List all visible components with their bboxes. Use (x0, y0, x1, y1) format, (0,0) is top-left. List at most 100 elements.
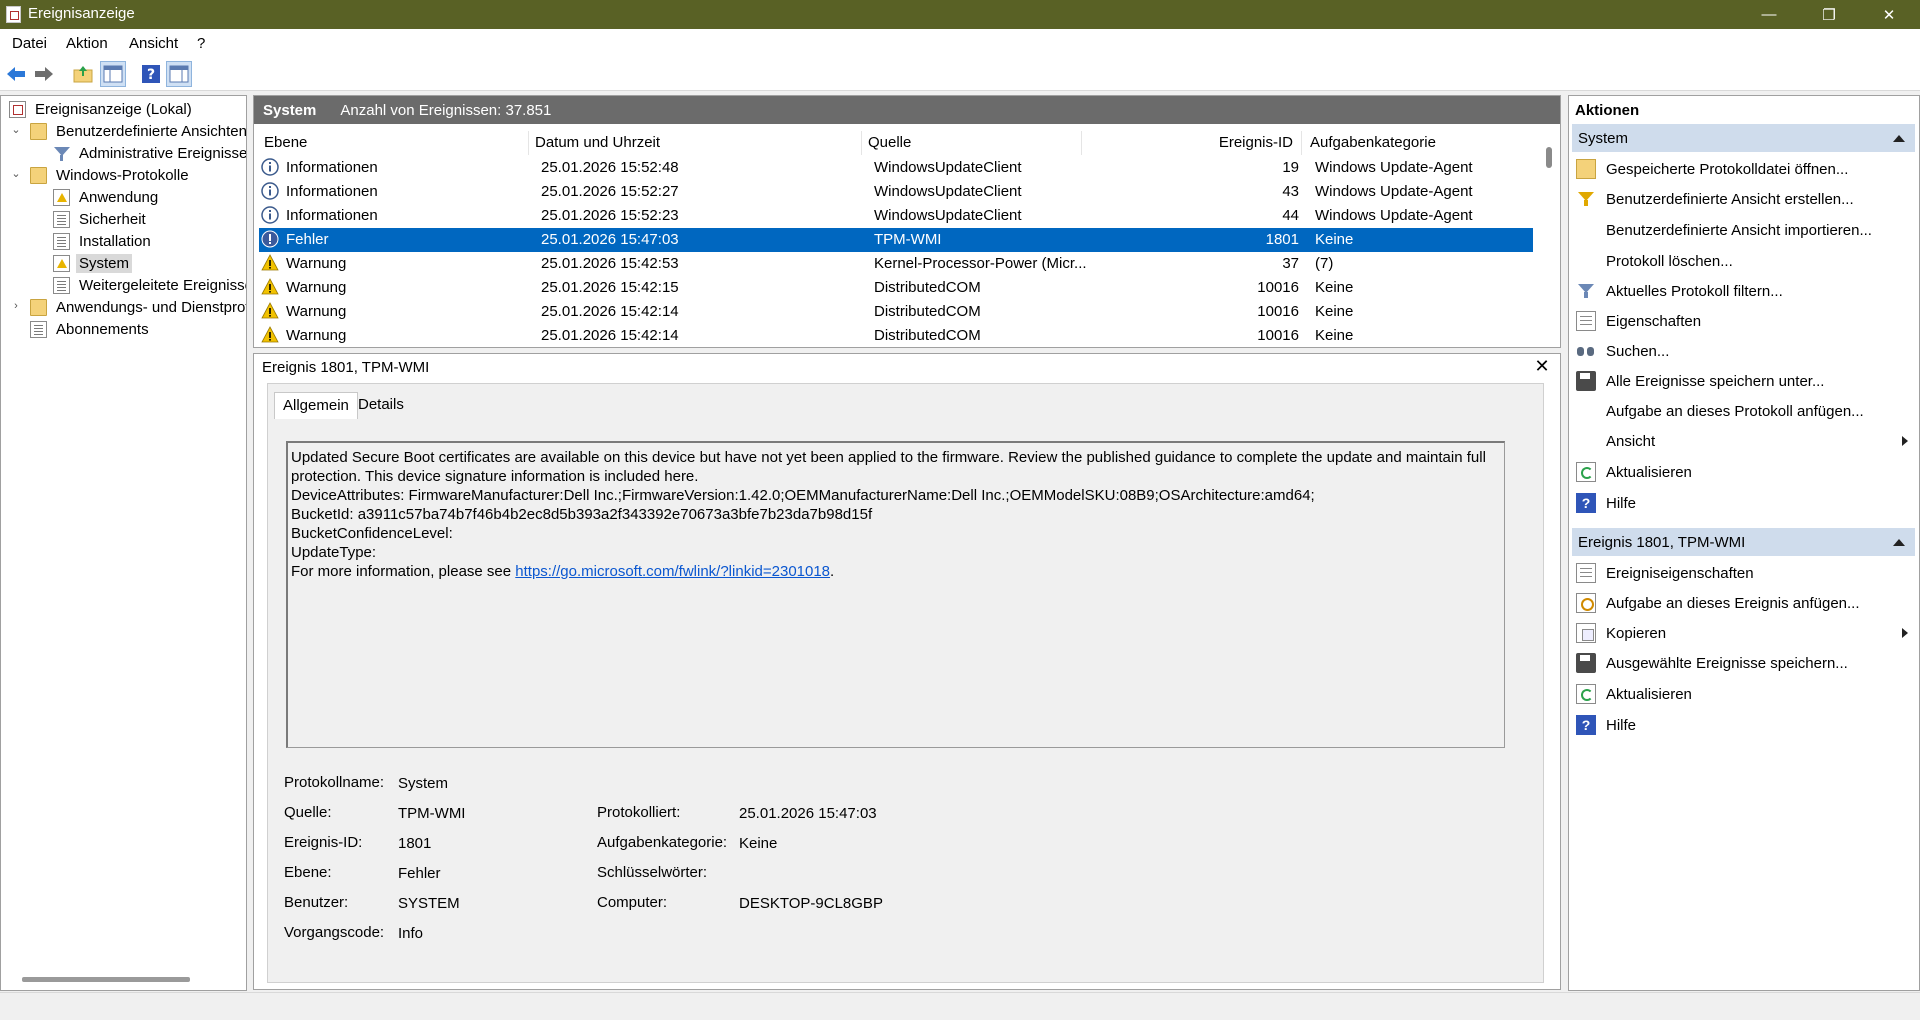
show-actions-button[interactable] (166, 61, 192, 87)
refresh-action[interactable]: Aktualisieren (1572, 459, 1912, 485)
forward-button[interactable] (31, 61, 57, 87)
event-detail-pane: Ereignis 1801, TPM-WMI ✕ Allgemein Detai… (253, 353, 1561, 990)
help-action[interactable]: ? Hilfe (1572, 490, 1912, 516)
copy-icon (1576, 623, 1596, 643)
properties-icon (1576, 563, 1596, 583)
warning-icon (261, 254, 279, 272)
menu-ansicht[interactable]: Ansicht (129, 35, 178, 52)
blank-icon (1576, 220, 1596, 240)
action-label: Protokoll löschen... (1606, 252, 1733, 270)
chevron-right-icon[interactable]: › (10, 300, 22, 312)
scroll-thumb[interactable] (1546, 147, 1552, 168)
help-event-action[interactable]: ? Hilfe (1572, 712, 1912, 738)
import-view-action[interactable]: Benutzerdefinierte Ansicht importieren..… (1572, 217, 1912, 243)
cell-event-id: 37 (1282, 255, 1299, 272)
properties-action[interactable]: Eigenschaften (1572, 308, 1912, 334)
folder-icon (30, 298, 47, 316)
menu-help[interactable]: ? (197, 35, 205, 52)
help-button[interactable]: ? (138, 61, 164, 87)
view-menu-action[interactable]: Ansicht (1572, 428, 1912, 454)
save-selected-action[interactable]: Ausgewählte Ereignisse speichern... (1572, 650, 1912, 676)
table-row[interactable]: Fehler 25.01.2026 15:47:03 TPM-WMI 1801 Kein… (259, 228, 1533, 252)
tree-item-root[interactable]: Ereignisanzeige (Lokal) (9, 98, 195, 120)
section-system[interactable]: System (1572, 124, 1915, 152)
value-user: SYSTEM (398, 895, 460, 912)
section-event[interactable]: Ereignis 1801, TPM-WMI (1572, 528, 1915, 556)
table-row[interactable]: Informationen 25.01.2026 15:52:48 WindowsU… (259, 156, 1533, 180)
action-label: Benutzerdefinierte Ansicht erstellen... (1606, 190, 1854, 208)
col-level[interactable]: Ebene (259, 131, 529, 155)
error-icon (261, 230, 279, 248)
svg-text:?: ? (147, 67, 155, 83)
event-properties-action[interactable]: Ereigniseigenschaften (1572, 560, 1912, 586)
window-title: Ereignisanzeige (28, 5, 135, 22)
create-view-action[interactable]: Benutzerdefinierte Ansicht erstellen... (1572, 186, 1912, 212)
save-all-action[interactable]: Alle Ereignisse speichern unter... (1572, 368, 1912, 394)
cell-date: 25.01.2026 15:42:14 (541, 303, 679, 320)
log-icon (53, 210, 70, 228)
chevron-down-icon[interactable]: ⌄ (10, 168, 22, 180)
tree-item-app-services[interactable]: Anwendungs- und Dienstprotokolle (30, 296, 246, 318)
message-line: For more information, please see https:/… (291, 563, 835, 580)
filter-log-action[interactable]: Aktuelles Protokoll filtern... (1572, 278, 1912, 304)
tree-item-forwarded-events[interactable]: Weitergeleitete Ereignisse (53, 274, 246, 296)
copy-action[interactable]: Kopieren (1572, 620, 1912, 646)
table-row[interactable]: Warnung 25.01.2026 15:42:53 Kernel-Process… (259, 252, 1533, 276)
log-icon (53, 232, 70, 250)
menu-aktion[interactable]: Aktion (66, 35, 108, 52)
find-action[interactable]: Suchen... (1572, 338, 1912, 364)
actions-header: Aktionen (1575, 102, 1640, 119)
attach-task-log-action[interactable]: Aufgabe an dieses Protokoll anfügen... (1572, 398, 1912, 424)
tree-item-subscriptions[interactable]: Abonnements (30, 318, 152, 340)
cell-task: Keine (1315, 327, 1354, 344)
table-row[interactable]: Informationen 25.01.2026 15:52:27 WindowsU… (259, 180, 1533, 204)
refresh-event-action[interactable]: Aktualisieren (1572, 681, 1912, 707)
open-log-action[interactable]: Gespeicherte Protokolldatei öffnen... (1572, 156, 1912, 182)
up-folder-button[interactable] (70, 61, 96, 87)
menu-datei[interactable]: Datei (12, 35, 47, 52)
table-row[interactable]: Warnung 25.01.2026 15:42:15 DistributedCOM… (259, 276, 1533, 300)
chevron-down-icon[interactable]: ⌄ (10, 124, 22, 136)
more-info-link[interactable]: https://go.microsoft.com/fwlink/?linkid=… (515, 563, 830, 580)
action-label: Aktuelles Protokoll filtern... (1606, 282, 1783, 300)
tree-item-anwendung[interactable]: Anwendung (53, 186, 161, 208)
restore-button[interactable]: ❐ (1806, 0, 1852, 29)
table-row[interactable]: Informationen 25.01.2026 15:52:23 WindowsU… (259, 204, 1533, 228)
clear-log-action[interactable]: Protokoll löschen... (1572, 248, 1912, 274)
tree-item-installation[interactable]: Installation (53, 230, 154, 252)
blank-icon (1576, 431, 1596, 451)
col-date[interactable]: Datum und Uhrzeit (529, 131, 862, 155)
list-vertical-scrollbar[interactable] (1541, 133, 1557, 347)
back-button[interactable] (3, 61, 29, 87)
tab-details[interactable]: Details (350, 392, 412, 419)
minimize-button[interactable]: — (1746, 0, 1792, 29)
filter-icon (1576, 189, 1596, 209)
tree-item-admin-events[interactable]: Administrative Ereignisse (53, 142, 246, 164)
col-event-id[interactable]: Ereignis-ID (1082, 131, 1302, 155)
cell-event-id: 10016 (1257, 327, 1299, 344)
attach-task-event-action[interactable]: Aufgabe an dieses Ereignis anfügen... (1572, 590, 1912, 616)
folder-icon (30, 122, 47, 140)
cell-date: 25.01.2026 15:52:27 (541, 183, 679, 200)
event-message[interactable]: Updated Secure Boot certificates are ava… (286, 441, 1505, 748)
save-icon (1576, 371, 1596, 391)
cell-source: WindowsUpdateClient (874, 183, 1022, 200)
label-logged: Protokolliert: (597, 804, 681, 821)
cell-event-id: 1801 (1265, 231, 1299, 248)
col-task-category[interactable]: Aufgabenkategorie (1302, 131, 1532, 155)
tree-item-windows-logs[interactable]: Windows-Protokolle (30, 164, 192, 186)
label-log-name: Protokollname: (284, 774, 385, 791)
tree-horizontal-scrollbar[interactable] (22, 977, 190, 982)
tab-allgemein[interactable]: Allgemein (274, 392, 358, 419)
col-source[interactable]: Quelle (862, 131, 1082, 155)
tree-item-sicherheit[interactable]: Sicherheit (53, 208, 149, 230)
tree-item-system[interactable]: System (53, 252, 133, 274)
close-detail-button[interactable]: ✕ (1531, 356, 1553, 378)
value-computer: DESKTOP-9CL8GBP (739, 895, 883, 912)
close-button[interactable]: ✕ (1866, 0, 1912, 29)
table-row[interactable]: Warnung 25.01.2026 15:42:14 DistributedCOM… (259, 324, 1533, 348)
cell-task: Keine (1315, 303, 1354, 320)
show-tree-button[interactable] (100, 61, 126, 87)
table-row[interactable]: Warnung 25.01.2026 15:42:14 DistributedCOM… (259, 300, 1533, 324)
tree-item-custom-views[interactable]: Benutzerdefinierte Ansichten (30, 120, 246, 142)
